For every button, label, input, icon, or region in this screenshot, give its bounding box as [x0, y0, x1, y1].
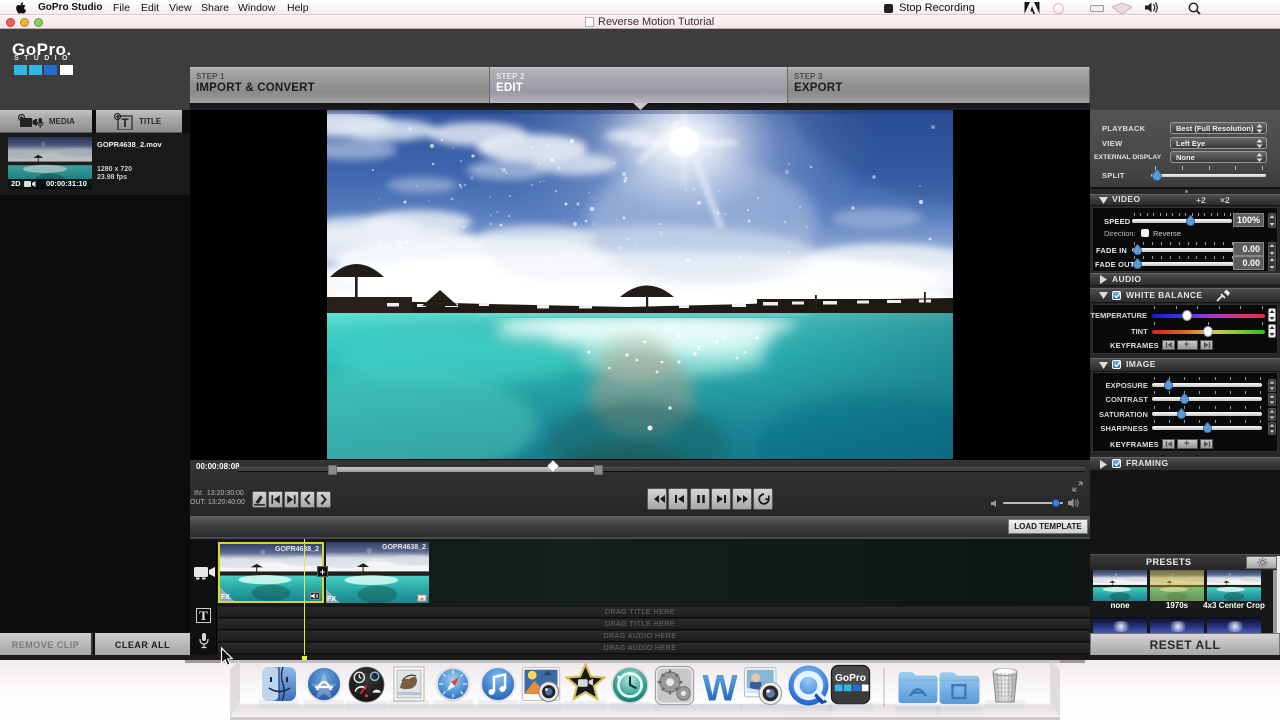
svg-text:GoPro: GoPro	[835, 673, 866, 684]
svg-text:T: T	[121, 116, 129, 130]
svg-text:W: W	[702, 666, 738, 708]
